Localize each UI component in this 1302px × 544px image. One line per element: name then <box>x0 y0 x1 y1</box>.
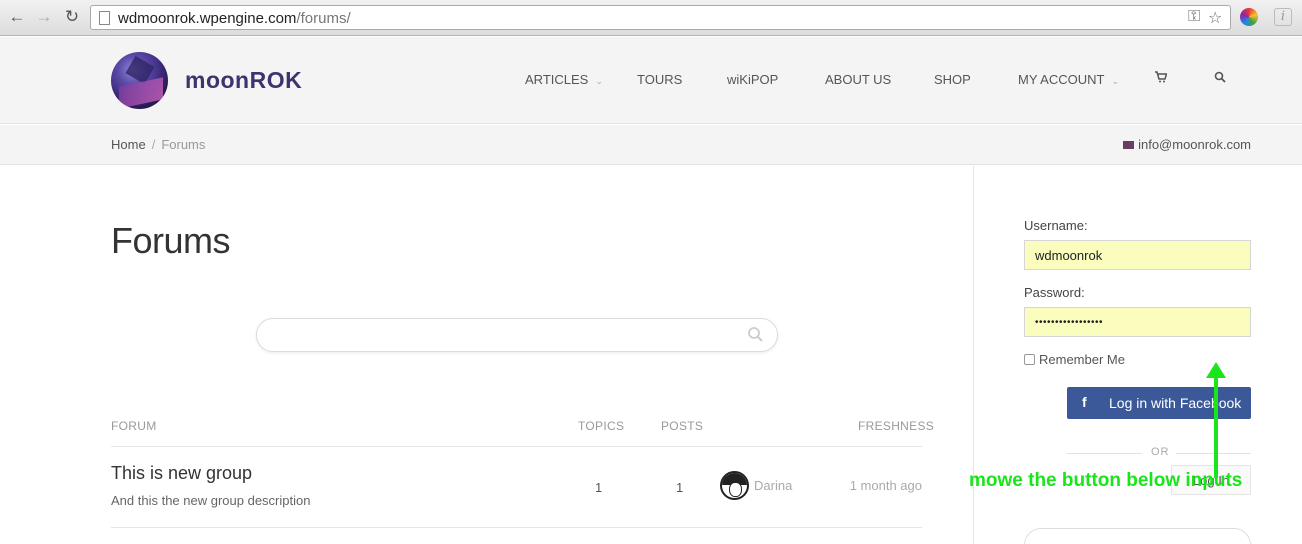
divider-line <box>1067 453 1142 454</box>
bookmark-star-icon[interactable]: ☆ <box>1208 8 1222 28</box>
sidebar-search-input[interactable] <box>1024 528 1251 544</box>
remember-me-label: Remember Me <box>1039 352 1125 367</box>
logo-facet <box>119 77 163 109</box>
menu-label: ARTICLES <box>525 72 589 87</box>
menu-label: wiKiPOP <box>727 72 779 87</box>
annotation-arrow <box>1206 362 1226 478</box>
breadcrumb: Home / Forums <box>111 137 205 152</box>
email-text: info@moonrok.com <box>1138 137 1251 152</box>
chevron-down-icon: ⌄ <box>1111 76 1119 86</box>
annotation-note: mowe the button below inputs <box>969 470 1243 491</box>
menu-item-articles[interactable]: ARTICLES ⌄ <box>525 72 603 88</box>
info-icon[interactable]: i <box>1274 8 1292 26</box>
remember-me[interactable]: Remember Me <box>1024 352 1125 367</box>
freshness-time-link[interactable]: 1 month ago <box>850 478 922 493</box>
password-field[interactable]: ••••••••••••••••• <box>1024 307 1251 337</box>
menu-label: MY ACCOUNT <box>1018 72 1105 87</box>
browser-toolbar: ← → ↻ wdmoonrok.wpengine.com/forums/ ⚿ ☆… <box>0 0 1302 36</box>
divider <box>111 527 922 528</box>
posts-count: 1 <box>676 480 684 495</box>
avatar[interactable] <box>720 471 749 500</box>
menu-item-about-us[interactable]: ABOUT US <box>825 72 891 88</box>
forum-search-input[interactable] <box>256 318 778 352</box>
forum-description: And this the new group description <box>111 493 311 508</box>
chevron-down-icon: ⌄ <box>595 76 603 86</box>
topics-count: 1 <box>595 480 603 495</box>
page-icon <box>99 11 110 25</box>
username-label: Username: <box>1024 218 1088 233</box>
cart-icon[interactable] <box>1155 70 1168 86</box>
forward-arrow-icon[interactable]: → <box>34 7 54 27</box>
moonrok-logo[interactable] <box>111 52 168 109</box>
column-header-freshness: FRESHNESS <box>858 419 935 433</box>
breadcrumb-bar: Home / Forums info@moonrok.com <box>0 125 1302 165</box>
menu-item-shop[interactable]: SHOP <box>934 72 971 88</box>
search-icon[interactable] <box>1214 70 1226 86</box>
breadcrumb-separator: / <box>151 137 156 152</box>
forum-title-link[interactable]: This is new group <box>111 463 252 484</box>
freshness-user-link[interactable]: Darina <box>754 478 792 493</box>
menu-item-wikipop[interactable]: wiKiPOP <box>727 72 778 88</box>
back-arrow-icon[interactable]: ← <box>7 7 27 27</box>
username-field[interactable]: wdmoonrok <box>1024 240 1251 270</box>
menu-label: SHOP <box>934 72 971 87</box>
url-path: /forums/ <box>296 10 351 27</box>
logo-text[interactable]: moonROK <box>185 67 302 94</box>
facebook-icon: f <box>1082 394 1087 410</box>
breadcrumb-home[interactable]: Home <box>111 137 146 152</box>
menu-label: TOURS <box>637 72 683 87</box>
avatar-face <box>729 482 742 497</box>
contact-email-link[interactable]: info@moonrok.com <box>1123 137 1251 152</box>
main-content: Forums FORUM TOPICS POSTS FRESHNESS This… <box>0 166 973 544</box>
url-host: wdmoonrok.wpengine.com <box>118 10 297 27</box>
envelope-icon <box>1123 141 1135 149</box>
site-header: moonROK ARTICLES ⌄ TOURS wiKiPOP ABOUT US… <box>0 37 1302 124</box>
search-icon[interactable] <box>747 326 763 347</box>
key-icon[interactable]: ⚿ <box>1188 8 1200 26</box>
address-bar[interactable]: wdmoonrok.wpengine.com/forums/ ⚿ ☆ <box>90 5 1231 30</box>
or-text: OR <box>1151 446 1170 458</box>
breadcrumb-current: Forums <box>161 137 206 152</box>
reload-icon[interactable]: ↻ <box>62 7 82 27</box>
column-header-topics: TOPICS <box>578 419 625 433</box>
password-label: Password: <box>1024 285 1085 300</box>
menu-item-my-account[interactable]: MY ACCOUNT ⌄ <box>1018 72 1119 88</box>
page-title: Forums <box>111 220 231 261</box>
column-header-forum: FORUM <box>111 419 157 433</box>
divider <box>111 446 922 447</box>
color-extension-icon[interactable] <box>1240 8 1258 26</box>
url-text: wdmoonrok.wpengine.com/forums/ <box>118 10 351 27</box>
remember-me-checkbox[interactable] <box>1024 354 1035 365</box>
column-header-posts: POSTS <box>661 419 704 433</box>
menu-item-tours[interactable]: TOURS <box>637 72 682 88</box>
menu-label: ABOUT US <box>825 72 892 87</box>
